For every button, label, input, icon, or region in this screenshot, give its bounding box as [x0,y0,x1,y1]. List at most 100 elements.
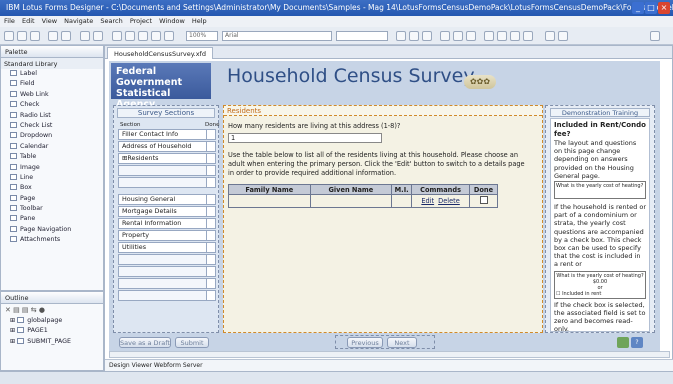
back-icon[interactable] [80,31,90,41]
editor-bottom-tabs[interactable]: Design Viewer Webform Server [105,359,673,371]
size-icon[interactable] [523,31,533,41]
palette-item-dropdown[interactable]: Dropdown [1,131,103,141]
done-checkbox[interactable] [206,178,215,187]
menu-view[interactable]: View [42,17,57,25]
menu-window[interactable]: Window [159,17,185,25]
redo-icon[interactable] [61,31,71,41]
align-bottom-icon[interactable] [164,31,174,41]
palette-item-line[interactable]: Line [1,173,103,183]
library-header[interactable]: Standard Library [1,58,103,69]
palette-item-page[interactable]: Page [1,194,103,204]
align-right-icon[interactable] [138,31,148,41]
minimize-button[interactable]: _ [632,2,644,14]
palette-item-box[interactable]: Box [1,183,103,193]
next-button[interactable]: Next [387,337,417,348]
palette-item-image[interactable]: Image [1,163,103,173]
expand-icon[interactable]: ⊞ [10,338,17,345]
palette-item-field[interactable]: Field [1,79,103,89]
done-checkbox[interactable] [206,154,215,163]
menu-project[interactable]: Project [130,17,152,25]
section-utilities[interactable]: Utilities [118,242,216,253]
perspective-icon[interactable] [650,31,660,41]
italic-icon[interactable] [409,31,419,41]
palette-item-page-navigation[interactable]: Page Navigation [1,225,103,235]
done-checkbox[interactable] [206,195,215,204]
editor-tab[interactable]: HouseholdCensusSurvey.xfd [107,47,213,59]
menu-search[interactable]: Search [100,17,122,25]
palette-item-calendar[interactable]: Calendar [1,142,103,152]
new-icon[interactable] [4,31,14,41]
done-checkbox[interactable] [206,291,215,300]
palette-item-check-list[interactable]: Check List [1,121,103,131]
menu-help[interactable]: Help [192,17,207,25]
text-align-left-icon[interactable] [440,31,450,41]
section-mortgage[interactable]: Mortgage Details [118,206,216,217]
section-property[interactable]: Property [118,230,216,241]
palette-item-attachments[interactable]: Attachments [1,235,103,245]
font-select[interactable]: Arial [222,31,332,41]
print-icon[interactable] [30,31,40,41]
save-draft-button[interactable]: Save as a Draft [119,337,171,348]
outline-item-page1[interactable]: ⊞ PAGE1 [1,326,103,336]
forward-icon[interactable] [93,31,103,41]
section-housing-general[interactable]: Housing General [118,194,216,205]
palette-item-radio-list[interactable]: Radio List [1,111,103,121]
done-checkbox[interactable] [206,130,215,139]
previous-button[interactable]: Previous [347,337,383,348]
align-center-icon[interactable] [125,31,135,41]
done-checkbox[interactable] [206,279,215,288]
delete-button[interactable]: Delete [438,197,460,205]
section-filler-contact[interactable]: Filler Contact Info [118,129,216,140]
done-checkbox[interactable] [206,267,215,276]
section-residents[interactable]: ⊞Residents [118,153,216,164]
palette-item-pane[interactable]: Pane [1,214,103,224]
save-icon[interactable] [17,31,27,41]
align-top-icon[interactable] [151,31,161,41]
done-checkbox[interactable] [206,142,215,151]
palette-item-toolbar[interactable]: Toolbar [1,204,103,214]
done-checkbox[interactable] [206,219,215,228]
horizontal-scrollbar[interactable] [109,351,670,358]
mi-field[interactable] [391,194,413,208]
expand-icon[interactable]: ⊞ [10,327,17,334]
edit-button[interactable]: Edit [421,197,434,205]
outline-item-submit-page[interactable]: ⊞ SUBMIT_PAGE [1,337,103,347]
border-icon[interactable] [558,31,568,41]
align-left-icon[interactable] [112,31,122,41]
font-size-select[interactable] [336,31,388,41]
done-checkbox[interactable] [206,243,215,252]
done-checkbox[interactable] [479,196,488,204]
menu-navigate[interactable]: Navigate [64,17,93,25]
section-rental[interactable]: Rental Information [118,218,216,229]
done-checkbox[interactable] [206,207,215,216]
done-checkbox[interactable] [206,255,215,264]
done-checkbox[interactable] [206,166,215,175]
zoom-select[interactable]: 100% [186,31,218,41]
palette-item-web-link[interactable]: Web Link [1,90,103,100]
underline-icon[interactable] [422,31,432,41]
menu-file[interactable]: File [4,17,15,25]
print-form-icon[interactable] [617,337,629,348]
color-icon[interactable] [545,31,555,41]
close-button[interactable]: × [658,2,670,14]
family-name-field[interactable] [228,194,311,208]
undo-icon[interactable] [48,31,58,41]
submit-button[interactable]: Submit [175,337,209,348]
section-address[interactable]: Address of Household [118,141,216,152]
done-checkbox[interactable] [206,231,215,240]
palette-item-table[interactable]: Table [1,152,103,162]
distribute-icon[interactable] [510,31,520,41]
palette-item-check[interactable]: Check [1,100,103,110]
menu-edit[interactable]: Edit [22,17,35,25]
text-align-center-icon[interactable] [453,31,463,41]
bold-icon[interactable] [396,31,406,41]
maximize-button[interactable]: □ [645,2,657,14]
given-name-field[interactable] [309,194,393,208]
snap-icon[interactable] [497,31,507,41]
outline-item-globalpage[interactable]: ⊞ globalpage [1,316,103,326]
text-align-right-icon[interactable] [466,31,476,41]
help-icon[interactable]: ? [631,337,643,348]
expand-icon[interactable]: ⊞ [10,317,17,324]
palette-item-label[interactable]: Label [1,69,103,79]
resident-count-input[interactable]: 1 [228,133,382,143]
